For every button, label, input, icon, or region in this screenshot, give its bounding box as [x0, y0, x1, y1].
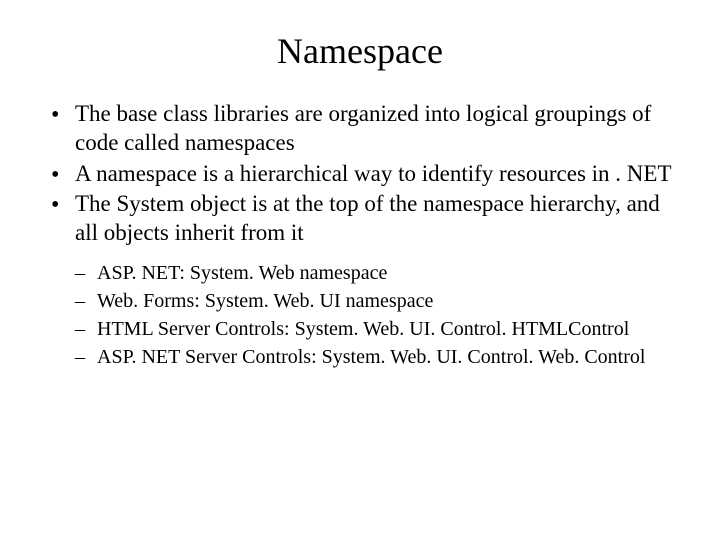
main-bullet-list: The base class libraries are organized i… [45, 100, 675, 248]
sub-bullet-list: ASP. NET: System. Web namespace Web. For… [75, 260, 675, 370]
bullet-item: A namespace is a hierarchical way to ide… [45, 160, 675, 189]
sub-bullet-item: ASP. NET Server Controls: System. Web. U… [75, 344, 675, 370]
page-title: Namespace [45, 30, 675, 72]
bullet-item: The base class libraries are organized i… [45, 100, 675, 158]
sub-bullet-item: Web. Forms: System. Web. UI namespace [75, 288, 675, 314]
bullet-item: The System object is at the top of the n… [45, 190, 675, 248]
sub-bullet-item: HTML Server Controls: System. Web. UI. C… [75, 316, 675, 342]
sub-bullet-item: ASP. NET: System. Web namespace [75, 260, 675, 286]
